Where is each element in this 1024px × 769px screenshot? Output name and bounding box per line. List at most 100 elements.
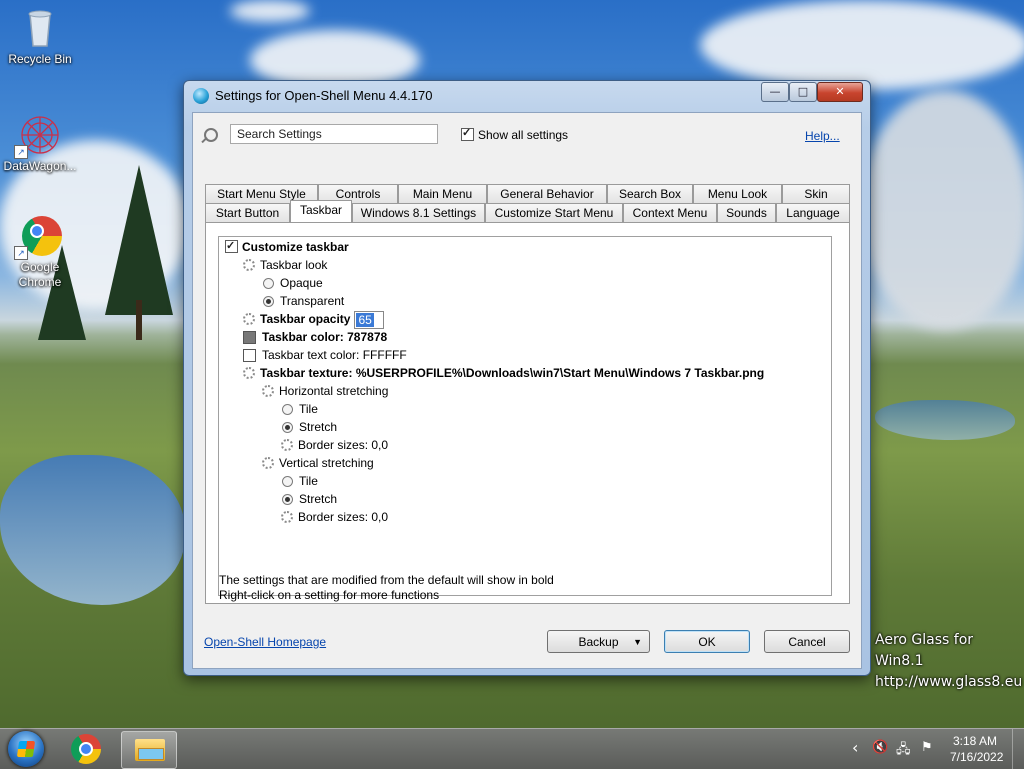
setting-label: Transparent: [280, 294, 345, 308]
pond: [0, 455, 185, 605]
minimize-button[interactable]: —: [761, 82, 789, 102]
window-titlebar[interactable]: Settings for Open-Shell Menu 4.4.170 — □…: [184, 81, 870, 111]
cloud: [230, 0, 310, 22]
start-button[interactable]: [8, 731, 44, 767]
desktop-icon-label: DataWagon...: [3, 159, 77, 173]
taskbar: ‹ 🔇 🖧 ⚑ 3:18 AM 7/16/2022: [0, 728, 1024, 769]
maximize-button[interactable]: □: [789, 82, 817, 102]
radio-icon: [263, 278, 274, 289]
taskbar-explorer-button[interactable]: [121, 731, 177, 769]
tab-main-menu[interactable]: Main Menu: [398, 184, 487, 203]
tab-general-behavior[interactable]: General Behavior: [487, 184, 607, 203]
radio-selected-icon: [282, 422, 293, 433]
network-icon[interactable]: 🖧: [896, 740, 911, 762]
desktop-icon-chrome[interactable]: ↗ Google Chrome: [0, 214, 80, 290]
tab-sounds[interactable]: Sounds: [717, 203, 776, 222]
setting-horizontal-stretching[interactable]: Horizontal stretching: [262, 383, 388, 399]
action-center-flag-icon[interactable]: ⚑: [921, 740, 933, 755]
setting-v-border-sizes[interactable]: Border sizes: 0,0: [281, 509, 388, 525]
setting-opaque[interactable]: Opaque: [263, 275, 323, 291]
cloud: [860, 90, 1024, 330]
setting-taskbar-text-color[interactable]: Taskbar text color: FFFFFF: [243, 347, 407, 363]
radio-icon: [282, 404, 293, 415]
tab-windows-8-1-settings[interactable]: Windows 8.1 Settings: [352, 203, 485, 222]
backup-button[interactable]: Backup ▼: [547, 630, 650, 653]
clock-date[interactable]: 7/16/2022: [950, 750, 1003, 764]
setting-h-stretch[interactable]: Stretch: [282, 419, 337, 435]
open-shell-homepage-link[interactable]: Open-Shell Homepage: [204, 635, 326, 649]
setting-label: Customize taskbar: [242, 240, 349, 254]
show-all-settings-label: Show all settings: [478, 128, 569, 142]
recycle-bin-icon: [18, 6, 62, 50]
gear-icon: [262, 385, 274, 397]
gear-icon: [243, 259, 255, 271]
gear-icon: [262, 457, 274, 469]
setting-v-stretch[interactable]: Stretch: [282, 491, 337, 507]
datawagon-icon: ↗: [14, 113, 62, 159]
show-desktop-button[interactable]: [1012, 729, 1024, 769]
gear-icon: [281, 439, 293, 451]
setting-vertical-stretching[interactable]: Vertical stretching: [262, 455, 374, 471]
tray-chevron-icon[interactable]: ‹: [852, 738, 858, 757]
watermark-line: http://www.glass8.eu: [875, 674, 1023, 690]
setting-label: Tile: [299, 402, 318, 416]
search-icon: [204, 128, 218, 142]
opacity-input[interactable]: 65: [354, 311, 385, 329]
radio-icon: [282, 476, 293, 487]
info-right-click: Right-click on a setting for more functi…: [219, 588, 440, 602]
desktop-icon-label: Recycle Bin: [8, 52, 72, 66]
tab-skin[interactable]: Skin: [782, 184, 850, 203]
checkbox-icon: [225, 238, 238, 254]
cancel-button[interactable]: Cancel: [764, 630, 850, 653]
settings-tree[interactable]: Customize taskbar Taskbar look Opaque Tr…: [218, 236, 832, 596]
setting-v-tile[interactable]: Tile: [282, 473, 318, 489]
setting-h-tile[interactable]: Tile: [282, 401, 318, 417]
dropdown-arrow-icon: ▼: [633, 637, 642, 647]
setting-h-border-sizes[interactable]: Border sizes: 0,0: [281, 437, 388, 453]
setting-label: Taskbar texture: %USERPROFILE%\Downloads…: [260, 366, 765, 380]
setting-label: Taskbar opacity: [260, 312, 351, 327]
color-swatch: [243, 331, 256, 344]
help-link[interactable]: Help...: [805, 129, 840, 143]
setting-taskbar-opacity[interactable]: Taskbar opacity 65: [243, 311, 385, 329]
setting-taskbar-texture[interactable]: Taskbar texture: %USERPROFILE%\Downloads…: [243, 365, 764, 381]
tab-start-button[interactable]: Start Button: [205, 203, 290, 222]
window-title: Settings for Open-Shell Menu 4.4.170: [215, 88, 433, 103]
setting-taskbar-color[interactable]: Taskbar color: 787878: [243, 329, 387, 345]
setting-label: Tile: [299, 474, 318, 488]
gear-icon: [243, 367, 255, 379]
ok-button[interactable]: OK: [664, 630, 750, 653]
show-all-settings-checkbox[interactable]: Show all settings: [461, 126, 569, 142]
tab-customize-start-menu[interactable]: Customize Start Menu: [485, 203, 623, 222]
setting-transparent[interactable]: Transparent: [263, 293, 344, 309]
tab-context-menu[interactable]: Context Menu: [623, 203, 717, 222]
setting-taskbar-look[interactable]: Taskbar look: [243, 257, 327, 273]
setting-customize-taskbar[interactable]: Customize taskbar: [225, 238, 349, 255]
desktop-icon-label: Google Chrome: [18, 260, 62, 289]
setting-label: Border sizes: 0,0: [298, 438, 389, 452]
open-shell-icon: [193, 88, 209, 104]
tab-taskbar[interactable]: Taskbar: [290, 200, 352, 222]
color-swatch: [243, 349, 256, 362]
settings-window: Settings for Open-Shell Menu 4.4.170 — □…: [183, 80, 871, 676]
clock-time[interactable]: 3:18 AM: [950, 734, 1000, 748]
desktop-icon-datawagon[interactable]: ↗ DataWagon...: [0, 113, 80, 173]
search-input[interactable]: [230, 124, 438, 144]
setting-label: Opaque: [280, 276, 323, 290]
close-button[interactable]: ✕: [817, 82, 863, 102]
setting-label: Stretch: [299, 492, 338, 506]
tab-language[interactable]: Language: [776, 203, 850, 222]
radio-selected-icon: [263, 296, 274, 307]
volume-muted-icon[interactable]: 🔇: [872, 740, 888, 755]
setting-label: Taskbar text color: FFFFFF: [262, 348, 407, 362]
tab-search-box[interactable]: Search Box: [607, 184, 693, 203]
setting-label: Vertical stretching: [279, 456, 374, 470]
pine-tree: [105, 165, 173, 315]
setting-label: Taskbar color: 787878: [262, 330, 388, 344]
opacity-value: 65: [356, 313, 374, 327]
shortcut-arrow-icon: ↗: [14, 246, 28, 260]
tab-menu-look[interactable]: Menu Look: [693, 184, 782, 203]
taskbar-chrome-button[interactable]: [59, 731, 113, 767]
aero-glass-watermark: Aero Glass for Win8.1 http://www.glass8.…: [875, 630, 1024, 693]
desktop-icon-recycle-bin[interactable]: Recycle Bin: [0, 6, 80, 66]
